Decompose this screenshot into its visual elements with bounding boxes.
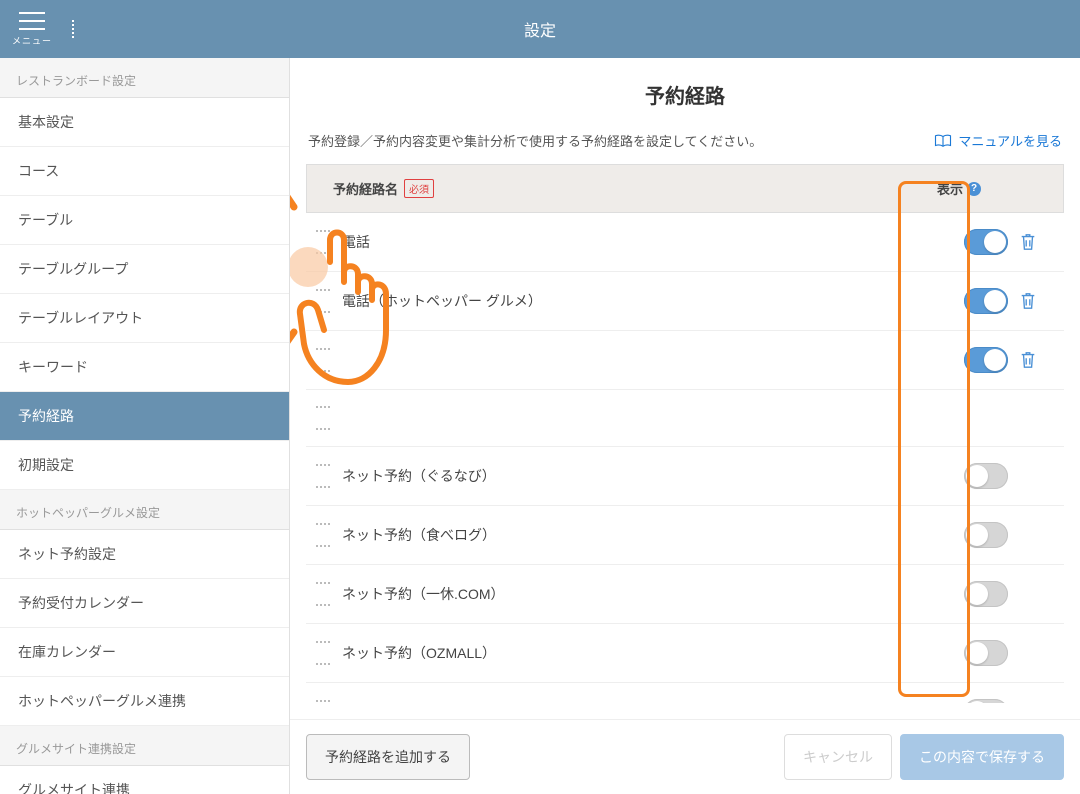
route-row: 電話（ホットペッパー グルメ） bbox=[306, 272, 1064, 331]
route-row: ネット予約（一休.COM） bbox=[306, 565, 1064, 624]
display-toggle[interactable] bbox=[964, 522, 1008, 548]
route-row bbox=[306, 331, 1064, 390]
sidebar-item[interactable]: グルメサイト連携 bbox=[0, 766, 289, 794]
display-toggle[interactable] bbox=[964, 347, 1008, 373]
required-badge: 必須 bbox=[404, 179, 434, 198]
delete-button[interactable] bbox=[1008, 291, 1048, 311]
route-name: ネット予約（食べログ） bbox=[342, 525, 964, 545]
sidebar-item[interactable]: ネット予約設定 bbox=[0, 530, 289, 579]
display-toggle[interactable] bbox=[964, 229, 1008, 255]
route-name: 電話（ホットペッパー グルメ） bbox=[342, 291, 964, 311]
sidebar-item[interactable]: 初期設定 bbox=[0, 441, 289, 490]
sidebar-item[interactable]: ホットペッパーグルメ連携 bbox=[0, 677, 289, 726]
arrow-down-icon bbox=[290, 302, 294, 349]
menu-button[interactable]: メニュー bbox=[0, 0, 64, 58]
sidebar-section-label: レストランボード設定 bbox=[0, 58, 289, 98]
sidebar-item[interactable]: 在庫カレンダー bbox=[0, 628, 289, 677]
routes-list: 電話電話（ホットペッパー グルメ） ネット予約（ぐるなび） ネット予約（食べログ） ネ… bbox=[306, 213, 1064, 703]
route-name: ネット予約（PayPayグルメ） bbox=[342, 702, 964, 703]
drag-handle-icon[interactable] bbox=[316, 464, 330, 488]
drag-handle-icon[interactable] bbox=[316, 289, 330, 313]
display-toggle[interactable] bbox=[964, 699, 1008, 703]
manual-link[interactable]: マニュアルを見る bbox=[934, 131, 1062, 150]
route-row: ネット予約（ぐるなび） bbox=[306, 447, 1064, 506]
display-toggle[interactable] bbox=[964, 640, 1008, 666]
sidebar-item[interactable]: テーブルレイアウト bbox=[0, 294, 289, 343]
sidebar-item[interactable]: 基本設定 bbox=[0, 98, 289, 147]
drag-handle-icon[interactable] bbox=[316, 348, 330, 372]
instruction-text: 予約登録／予約内容変更や集計分析で使用する予約経路を設定してください。 bbox=[308, 131, 762, 150]
help-icon[interactable]: ? bbox=[967, 182, 981, 196]
drag-handle-icon[interactable] bbox=[316, 700, 330, 703]
display-toggle[interactable] bbox=[964, 288, 1008, 314]
drag-handle-icon[interactable] bbox=[316, 523, 330, 547]
route-row bbox=[306, 390, 1064, 447]
route-row: 電話 bbox=[306, 213, 1064, 272]
drag-handle-icon[interactable] bbox=[316, 230, 330, 254]
sidebar-item[interactable]: キーワード bbox=[0, 343, 289, 392]
content-area: 予約登録／予約内容変更や集計分析で使用する予約経路を設定してください。 マニュア… bbox=[290, 127, 1080, 719]
sidebar-item[interactable]: テーブル bbox=[0, 196, 289, 245]
delete-button[interactable] bbox=[1008, 232, 1048, 252]
add-route-button[interactable]: 予約経路を追加する bbox=[306, 734, 470, 780]
vertical-dots-icon bbox=[68, 20, 74, 38]
sidebar-item[interactable]: テーブルグループ bbox=[0, 245, 289, 294]
sidebar-item[interactable]: 予約経路 bbox=[0, 392, 289, 441]
route-name: 電話 bbox=[342, 232, 964, 252]
route-name: ネット予約（OZMALL） bbox=[342, 643, 964, 663]
drag-handle-icon[interactable] bbox=[316, 582, 330, 606]
book-icon bbox=[934, 134, 952, 148]
delete-button[interactable] bbox=[1008, 350, 1048, 370]
display-toggle[interactable] bbox=[964, 581, 1008, 607]
route-row: ネット予約（食べログ） bbox=[306, 506, 1064, 565]
display-toggle[interactable] bbox=[964, 463, 1008, 489]
sidebar-section-label: ホットペッパーグルメ設定 bbox=[0, 490, 289, 530]
route-row: ネット予約（OZMALL） bbox=[306, 624, 1064, 683]
sidebar: レストランボード設定基本設定コーステーブルテーブルグループテーブルレイアウトキー… bbox=[0, 58, 290, 794]
cancel-button[interactable]: キャンセル bbox=[784, 734, 892, 780]
drag-handle-icon[interactable] bbox=[316, 641, 330, 665]
sidebar-item[interactable]: 予約受付カレンダー bbox=[0, 579, 289, 628]
page-header-title: 設定 bbox=[0, 17, 1080, 41]
route-row: ネット予約（PayPayグルメ） bbox=[306, 683, 1064, 703]
top-bar: メニュー 設定 bbox=[0, 0, 1080, 58]
footer-bar: 予約経路を追加する キャンセル この内容で保存する bbox=[290, 719, 1080, 794]
arrow-up-icon bbox=[290, 189, 294, 237]
sidebar-section-label: グルメサイト連携設定 bbox=[0, 726, 289, 766]
table-header: 予約経路名 必須 表示 ? bbox=[306, 164, 1064, 213]
column-name-label: 予約経路名 bbox=[333, 179, 398, 198]
route-name: ネット予約（一休.COM） bbox=[342, 584, 964, 604]
menu-label: メニュー bbox=[12, 34, 52, 47]
column-display-label: 表示 bbox=[937, 179, 963, 198]
hamburger-icon bbox=[19, 12, 45, 30]
save-button[interactable]: この内容で保存する bbox=[900, 734, 1064, 780]
sidebar-item[interactable]: コース bbox=[0, 147, 289, 196]
drag-handle-icon[interactable] bbox=[316, 406, 330, 430]
route-name: ネット予約（ぐるなび） bbox=[342, 466, 964, 486]
main-panel: 予約経路 予約登録／予約内容変更や集計分析で使用する予約経路を設定してください。… bbox=[290, 58, 1080, 794]
page-title: 予約経路 bbox=[290, 58, 1080, 127]
